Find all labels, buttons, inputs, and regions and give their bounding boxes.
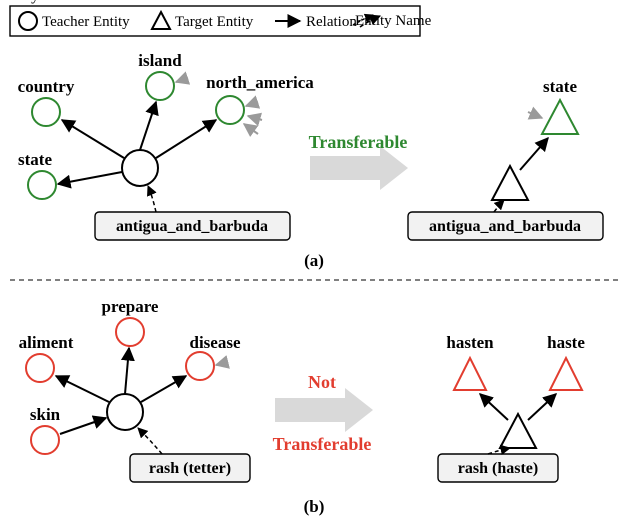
panel-b-label: (b) (304, 497, 325, 516)
panel-a-target-entity-name: antigua_and_barbuda (429, 218, 581, 235)
panel-a-node-label-country: country (18, 77, 75, 96)
relation-arrow (480, 394, 508, 420)
relation-arrow (528, 394, 556, 420)
panel-a-entity-name: antigua_and_barbuda (116, 218, 268, 235)
panel-a-target-label: state (543, 77, 577, 96)
gray-arrow-icon (176, 78, 188, 82)
panel-a-node-label-island: island (138, 51, 182, 70)
relation-arrow (62, 120, 124, 158)
relation-arrow (520, 138, 548, 170)
panel-a: island country north_america state antig… (18, 51, 603, 270)
target-node-state (542, 100, 578, 134)
panel-b-target-entity-name: rash (haste) (458, 460, 538, 477)
target-node-haste (550, 358, 582, 390)
relation-arrow (60, 418, 106, 434)
name-pointer-icon (494, 200, 504, 212)
panel-b-center-node (107, 394, 143, 430)
legend-entity-name: Entity Name (0, 0, 81, 4)
teacher-node-aliment (26, 354, 54, 382)
panel-a-node-label-north-america: north_america (206, 73, 314, 92)
panel-a-target-center (492, 166, 528, 200)
teacher-node-state (28, 171, 56, 199)
target-node-hasten (454, 358, 486, 390)
gray-arrow-icon (528, 112, 542, 118)
transfer-arrow-icon (275, 388, 373, 432)
teacher-node-skin (31, 426, 59, 454)
teacher-node-prepare (116, 318, 144, 346)
panel-b-target-label-hasten: hasten (446, 333, 494, 352)
legend-relation: Relation (306, 14, 357, 30)
panel-b-target-label-haste: haste (547, 333, 585, 352)
legend-target-entity: Target Entity (175, 14, 254, 30)
panel-a-node-label-state: state (18, 150, 52, 169)
transfer-arrow-icon (310, 146, 408, 190)
relation-arrow (156, 120, 216, 158)
panel-a-label: (a) (304, 251, 324, 270)
legend-teacher-entity: Teacher Entity (42, 14, 130, 30)
teacher-node-island (146, 72, 174, 100)
relation-arrow (141, 376, 186, 402)
gray-arrow-icon (244, 124, 258, 134)
teacher-node-country (32, 98, 60, 126)
legend-box: Teacher Entity Target Entity Relation En… (0, 0, 420, 36)
name-pointer-icon (138, 428, 162, 454)
panel-a-status: Transferable (309, 132, 408, 152)
panel-b-node-label-skin: skin (30, 405, 61, 424)
gray-arrow-icon (246, 102, 258, 106)
panel-b-status2: Transferable (273, 434, 372, 454)
panel-a-center-node (122, 150, 158, 186)
gray-arrow-icon (216, 362, 228, 365)
relation-arrow (58, 172, 122, 184)
panel-b-node-label-disease: disease (190, 333, 241, 352)
panel-b-status1: Not (308, 372, 336, 392)
relation-arrow (125, 348, 129, 394)
relation-arrow (140, 102, 156, 150)
panel-b: prepare aliment disease skin rash (tette… (19, 297, 586, 516)
teacher-node-disease (186, 352, 214, 380)
name-pointer-icon (148, 186, 156, 212)
panel-b-node-label-aliment: aliment (19, 333, 74, 352)
panel-b-node-label-prepare: prepare (102, 297, 159, 316)
teacher-node-north-america (216, 96, 244, 124)
relation-arrow (56, 376, 109, 402)
gray-arrow-icon (248, 116, 262, 120)
panel-b-entity-name: rash (tetter) (149, 460, 231, 477)
panel-b-target-center (500, 414, 536, 448)
